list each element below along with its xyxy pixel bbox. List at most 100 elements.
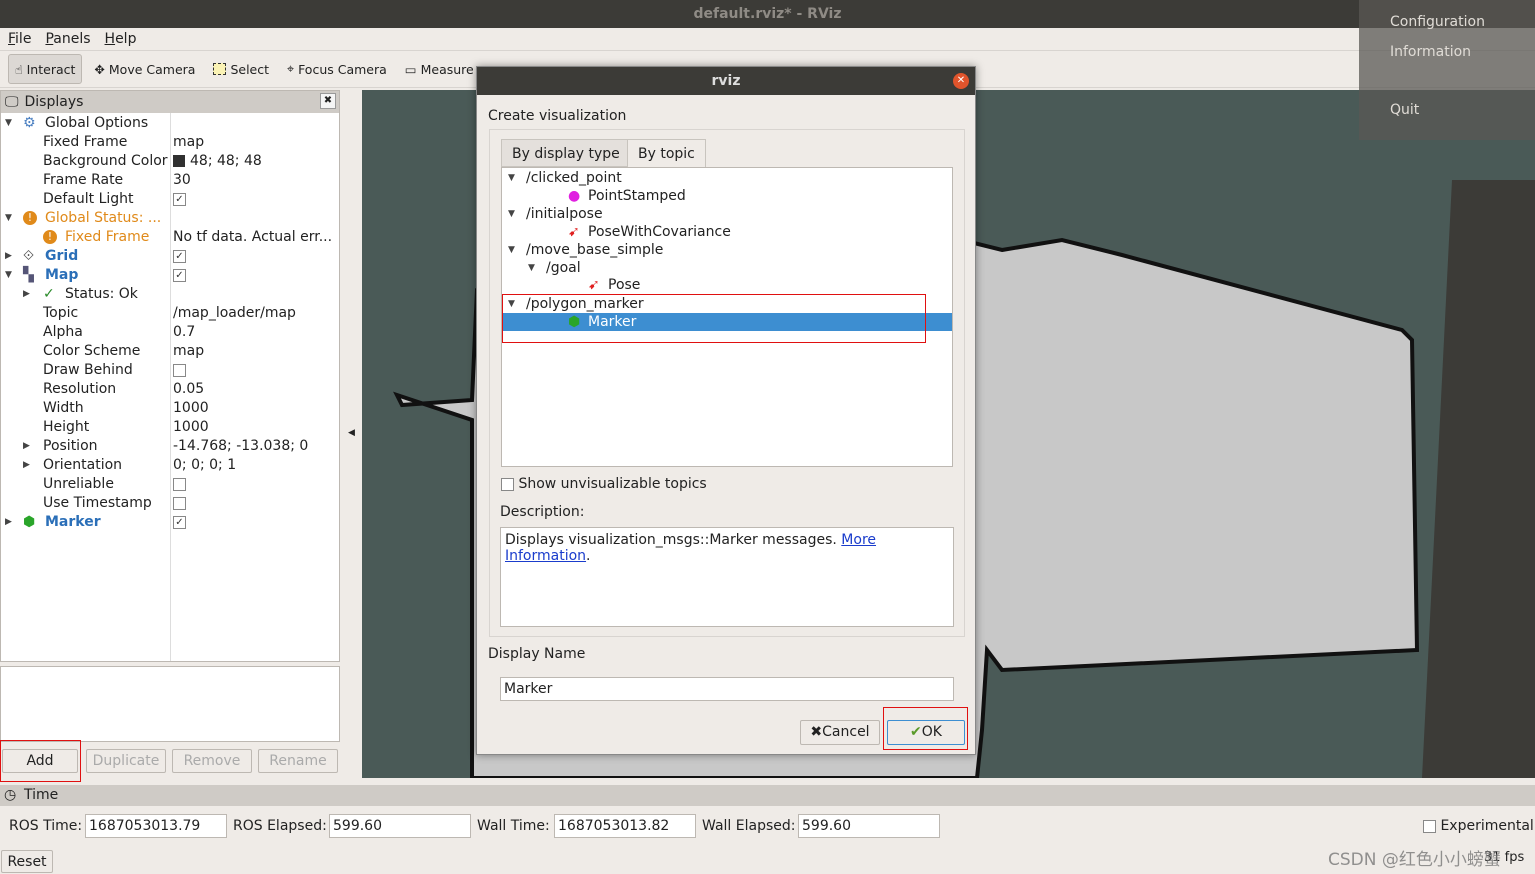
property-value[interactable]: 0.7: [173, 323, 195, 342]
display-row[interactable]: ▶ Orientation 0; 0; 0; 1: [1, 456, 339, 475]
value-text: 0; 0; 0; 1: [173, 457, 237, 473]
topic-tree-item[interactable]: ➹ PoseWithCovariance: [502, 223, 952, 241]
menu-help[interactable]: Help: [105, 28, 137, 50]
display-row[interactable]: Frame Rate 30: [1, 171, 339, 190]
property-value[interactable]: ✓: [173, 190, 186, 209]
property-value[interactable]: /map_loader/map: [173, 304, 296, 323]
tab-by-display-type[interactable]: By display type: [501, 139, 631, 167]
expand-down-icon[interactable]: ▼: [508, 169, 515, 187]
display-row[interactable]: ▼! Global Status: ...: [1, 209, 339, 228]
expand-down-icon[interactable]: ▼: [508, 241, 515, 259]
expand-down-icon[interactable]: ▼: [508, 205, 515, 223]
expand-down-icon[interactable]: ▼: [528, 259, 535, 277]
display-row[interactable]: Background Color 48; 48; 48: [1, 152, 339, 171]
checkbox[interactable]: [173, 496, 186, 510]
property-value[interactable]: map: [173, 342, 204, 361]
checkbox[interactable]: [173, 477, 186, 491]
value-text: map: [173, 343, 205, 359]
display-row[interactable]: ▶ Position -14.768; -13.038; 0: [1, 437, 339, 456]
topic-tree-item[interactable]: ● PointStamped: [502, 187, 952, 205]
property-value[interactable]: 0.05: [173, 380, 204, 399]
property-value[interactable]: ✓: [173, 266, 186, 285]
property-value[interactable]: 0; 0; 0; 1: [173, 456, 236, 475]
display-row[interactable]: Default Light ✓: [1, 190, 339, 209]
topic-tree-item[interactable]: ▼ /move_base_simple: [502, 241, 952, 259]
display-row[interactable]: Color Scheme map: [1, 342, 339, 361]
property-value[interactable]: ✓: [173, 513, 186, 532]
expand-right-icon[interactable]: ▶: [23, 437, 30, 456]
display-name-input[interactable]: Marker: [500, 677, 954, 701]
topic-tree-item[interactable]: ▼ /clicked_point: [502, 169, 952, 187]
displays-title: Displays: [24, 94, 84, 110]
expand-right-icon[interactable]: ▶: [5, 513, 12, 532]
experimental-checkbox[interactable]: [1423, 819, 1436, 833]
display-row[interactable]: ▶ ✓ Status: Ok: [1, 285, 339, 304]
property-value[interactable]: [173, 475, 186, 494]
expand-down-icon[interactable]: ▼: [5, 114, 12, 133]
ros-elapsed-field[interactable]: 599.60: [329, 814, 471, 838]
menu-item-configuration[interactable]: Configuration: [1390, 14, 1485, 30]
display-row[interactable]: Draw Behind: [1, 361, 339, 380]
topic-tree-item[interactable]: ➹ Pose: [502, 276, 952, 294]
ros-time-field[interactable]: 1687053013.79: [85, 814, 227, 838]
display-row[interactable]: Unreliable: [1, 475, 339, 494]
display-row[interactable]: Alpha 0.7: [1, 323, 339, 342]
menu-item-quit[interactable]: Quit: [1390, 102, 1419, 118]
property-value[interactable]: -14.768; -13.038; 0: [173, 437, 308, 456]
checkbox[interactable]: ✓: [173, 249, 186, 263]
menu-item-information[interactable]: Information: [1390, 44, 1471, 60]
expand-right-icon[interactable]: ▶: [5, 247, 12, 266]
show-unvisualizable-checkbox[interactable]: [501, 477, 514, 491]
grid-icon: ⟐: [23, 248, 35, 264]
dialog-close-button[interactable]: ✕: [953, 73, 969, 89]
tab-by-topic[interactable]: By topic: [627, 139, 706, 167]
checkbox[interactable]: ✓: [173, 268, 186, 282]
checkbox[interactable]: ✓: [173, 192, 186, 206]
duplicate-button[interactable]: Duplicate: [86, 749, 166, 773]
display-row[interactable]: Use Timestamp: [1, 494, 339, 513]
display-row[interactable]: Resolution 0.05: [1, 380, 339, 399]
display-row[interactable]: Width 1000: [1, 399, 339, 418]
reset-button[interactable]: Reset: [1, 850, 53, 873]
expand-down-icon[interactable]: ▼: [5, 209, 12, 228]
focus-camera-tool[interactable]: ⌖ Focus Camera: [281, 54, 393, 84]
move-camera-tool[interactable]: ✥ Move Camera: [88, 54, 201, 84]
property-value[interactable]: 1000: [173, 399, 209, 418]
display-row[interactable]: ! Fixed Frame No tf data. Actual err...: [1, 228, 339, 247]
display-row[interactable]: ▶ ⟐ Grid ✓: [1, 247, 339, 266]
wall-time-field[interactable]: 1687053013.82: [554, 814, 696, 838]
measure-tool[interactable]: ▭ Measure: [399, 54, 480, 84]
select-tool[interactable]: Select: [207, 54, 275, 84]
display-row[interactable]: Fixed Frame map: [1, 133, 339, 152]
collapse-splitter-handle[interactable]: ◀: [348, 428, 355, 438]
interact-tool[interactable]: ☝ Interact: [8, 54, 83, 84]
property-value[interactable]: [173, 361, 186, 380]
display-row[interactable]: ▼ ⚙ Global Options: [1, 114, 339, 133]
cancel-button[interactable]: ✖Cancel: [800, 720, 880, 745]
checkbox[interactable]: [173, 363, 186, 377]
display-row[interactable]: Topic/map_loader/map: [1, 304, 339, 323]
property-value[interactable]: ✓: [173, 247, 186, 266]
property-value[interactable]: [173, 494, 186, 513]
checkbox[interactable]: ✓: [173, 515, 186, 529]
property-value[interactable]: No tf data. Actual err...: [173, 228, 332, 247]
topic-tree-item[interactable]: ▼ /initialpose: [502, 205, 952, 223]
wall-elapsed-field[interactable]: 599.60: [798, 814, 940, 838]
display-row[interactable]: ▶ ⬢ Marker ✓: [1, 513, 339, 532]
color-swatch[interactable]: [173, 155, 185, 167]
menu-file[interactable]: File: [8, 28, 31, 50]
display-row[interactable]: Height 1000: [1, 418, 339, 437]
expand-down-icon[interactable]: ▼: [5, 266, 12, 285]
topic-tree-item[interactable]: ▼ /goal: [502, 259, 952, 277]
property-value[interactable]: 30: [173, 171, 191, 190]
close-panel-button[interactable]: ✖: [320, 93, 336, 109]
display-row[interactable]: ▼ ▚ Map ✓: [1, 266, 339, 285]
property-value[interactable]: 48; 48; 48: [173, 152, 262, 171]
expand-right-icon[interactable]: ▶: [23, 285, 30, 304]
rename-button[interactable]: Rename: [258, 749, 338, 773]
property-value[interactable]: 1000: [173, 418, 209, 437]
expand-right-icon[interactable]: ▶: [23, 456, 30, 475]
menu-panels[interactable]: Panels: [45, 28, 90, 50]
remove-button[interactable]: Remove: [172, 749, 252, 773]
property-value[interactable]: map: [173, 133, 204, 152]
